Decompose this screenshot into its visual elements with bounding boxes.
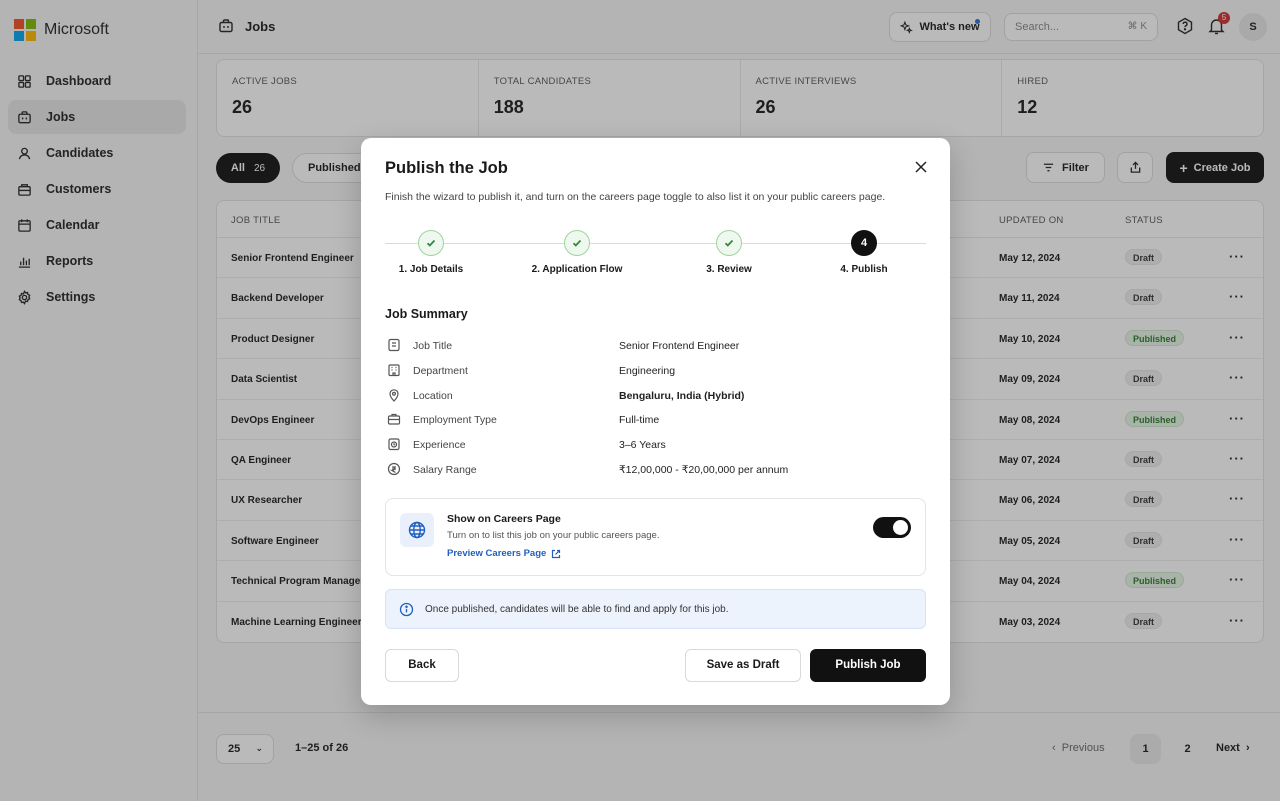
building-icon xyxy=(388,364,400,376)
summary-row-experience: Experience 3–6 Years xyxy=(385,433,926,458)
summary-row-location: Location Bengaluru, India (Hybrid) xyxy=(385,384,926,409)
dialog-subtitle: Finish the wizard to publish it, and tur… xyxy=(385,191,886,203)
summary-label: Department xyxy=(413,364,468,377)
careers-page-toggle[interactable] xyxy=(873,517,911,538)
summary-value: Full-time xyxy=(619,414,660,427)
step-job-details[interactable]: 1. Job Details xyxy=(371,230,491,275)
preview-careers-link[interactable]: Preview Careers Page xyxy=(447,548,561,559)
step-label: 1. Job Details xyxy=(398,264,464,275)
summary-value: Engineering xyxy=(619,364,676,377)
info-banner: Once published, candidates will be able … xyxy=(385,589,926,629)
preview-careers-label: Preview Careers Page xyxy=(447,548,547,559)
step-label: 4. Publish xyxy=(840,264,888,275)
summary-row-salary-range: Salary Range ₹12,00,000 - ₹20,00,000 per… xyxy=(385,458,926,483)
check-icon xyxy=(572,239,582,247)
close-icon xyxy=(915,161,927,173)
summary-row-department: Department Engineering xyxy=(385,359,926,384)
step-publish[interactable]: 4 4. Publish xyxy=(804,230,924,275)
job-summary-list: Job Title Senior Frontend Engineer Depar… xyxy=(385,334,926,483)
summary-label: Employment Type xyxy=(413,414,497,427)
check-icon xyxy=(724,239,734,247)
step-label: 3. Review xyxy=(706,264,752,275)
publish-job-dialog: Publish the Job Finish the wizard to pub… xyxy=(361,138,950,705)
summary-value: ₹12,00,000 - ₹20,00,000 per annum xyxy=(619,463,789,476)
clock-icon xyxy=(388,438,400,451)
toggle-knob xyxy=(893,520,908,535)
summary-row-job-title: Job Title Senior Frontend Engineer xyxy=(385,334,926,359)
info-icon xyxy=(399,602,414,617)
location-pin-icon xyxy=(389,388,399,402)
publish-job-button[interactable]: Publish Job xyxy=(810,649,926,682)
external-link-icon xyxy=(552,549,561,558)
step-complete-indicator xyxy=(564,230,590,256)
summary-label: Location xyxy=(413,389,453,402)
summary-row-employment-type: Employment Type Full-time xyxy=(385,408,926,433)
briefcase-icon xyxy=(387,414,401,425)
back-button[interactable]: Back xyxy=(385,649,459,682)
step-current-indicator: 4 xyxy=(851,230,877,256)
app-root: Microsoft Dashboard Jobs Candidates Cust… xyxy=(0,0,1280,801)
step-complete-indicator xyxy=(716,230,742,256)
summary-value: Senior Frontend Engineer xyxy=(619,340,740,352)
careers-description: Turn on to list this job on your public … xyxy=(447,530,660,541)
careers-page-card: Show on Careers Page Turn on to list thi… xyxy=(385,498,926,576)
info-text: Once published, candidates will be able … xyxy=(425,604,729,615)
step-review[interactable]: 3. Review xyxy=(669,230,789,275)
salary-icon xyxy=(387,462,401,476)
job-summary-heading: Job Summary xyxy=(385,307,468,321)
summary-value: Bengaluru, India (Hybrid) xyxy=(619,389,745,402)
badge-icon xyxy=(388,338,400,352)
dialog-title: Publish the Job xyxy=(385,159,508,177)
summary-label: Experience xyxy=(413,439,466,452)
close-button[interactable] xyxy=(912,158,930,176)
save-as-draft-button[interactable]: Save as Draft xyxy=(685,649,801,682)
summary-label: Job Title xyxy=(413,340,453,352)
globe-icon xyxy=(400,513,434,547)
step-label: 2. Application Flow xyxy=(531,264,623,275)
wizard-stepper: 1. Job Details 2. Application Flow 3. Re… xyxy=(385,230,926,280)
careers-title: Show on Careers Page xyxy=(447,513,561,525)
summary-label: Salary Range xyxy=(413,463,477,476)
check-icon xyxy=(426,239,436,247)
summary-value: 3–6 Years xyxy=(619,439,666,452)
step-application-flow[interactable]: 2. Application Flow xyxy=(517,230,637,275)
step-complete-indicator xyxy=(418,230,444,256)
